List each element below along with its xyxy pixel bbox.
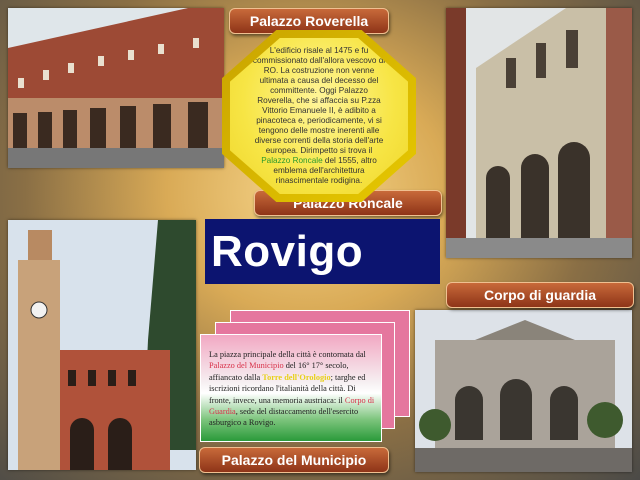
piazza-description-card: La piazza principale della città è conto…: [200, 334, 382, 442]
municipio-link[interactable]: Palazzo del Municipio: [209, 361, 284, 370]
photo-palazzo-del-municipio: [8, 220, 196, 470]
photo-corpo-di-guardia: [415, 310, 632, 472]
photo-palazzo-roncale: [446, 8, 632, 258]
piazza-description: La piazza principale della città è conto…: [209, 349, 375, 429]
torre-orologio-link[interactable]: Torre dell'Orologio: [262, 373, 330, 382]
piazza-text-1: La piazza principale della città è conto…: [209, 350, 366, 359]
roverella-text-part1: L'edificio risale al 1475 e fu commissio…: [252, 46, 386, 155]
label-corpo-di-guardia: Corpo di guardia: [446, 282, 634, 308]
label-palazzo-del-municipio: Palazzo del Municipio: [199, 447, 389, 473]
roncale-link[interactable]: Palazzo Roncale: [261, 156, 322, 165]
city-title-banner: Rovigo: [205, 219, 440, 284]
roverella-description-octagon: L'edificio risale al 1475 e fu commissio…: [222, 30, 416, 202]
photo-palazzo-roverella: [8, 8, 224, 168]
city-title: Rovigo: [211, 226, 364, 276]
roverella-description: L'edificio risale al 1475 e fu commissio…: [251, 46, 387, 186]
